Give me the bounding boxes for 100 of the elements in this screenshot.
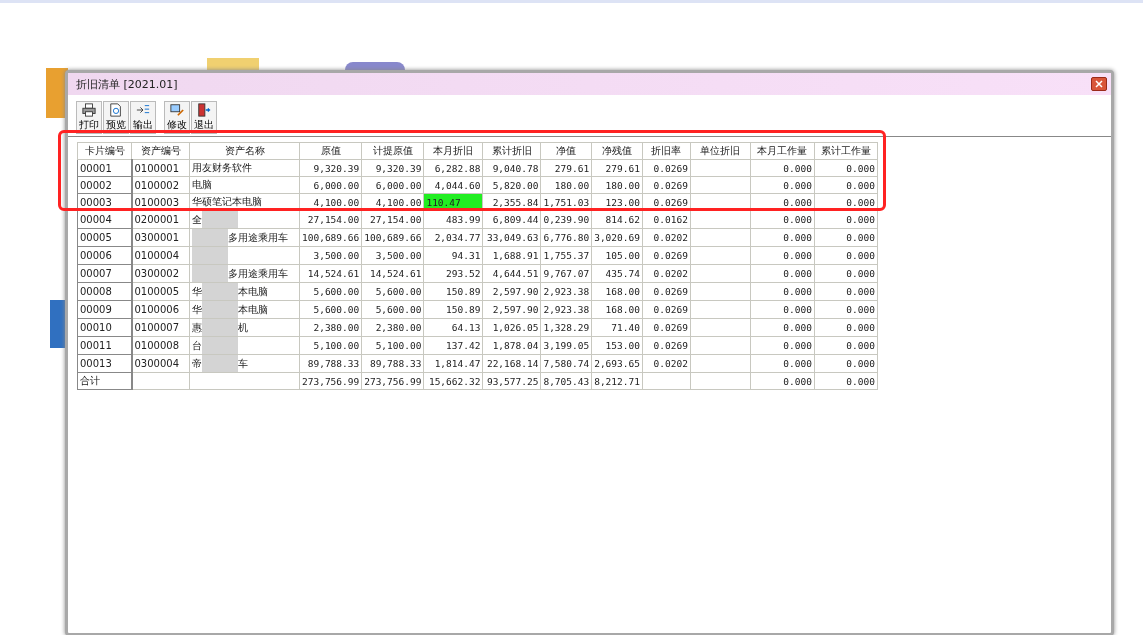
table-cell: 3,500.00 <box>299 246 362 265</box>
table-cell: 1,755.37 <box>540 246 592 265</box>
column-header[interactable]: 折旧率 <box>642 142 691 160</box>
table-cell: 0.000 <box>814 228 878 247</box>
table-cell: 483.99 <box>423 210 483 229</box>
asset-name: 本电脑 <box>238 284 268 299</box>
table-cell: 0.000 <box>814 336 878 355</box>
table-cell: 89,788.33 <box>361 354 424 373</box>
table-cell: 2,597.90 <box>482 282 541 301</box>
table-cell: 3,500.00 <box>361 246 424 265</box>
column-header[interactable]: 累计工作量 <box>814 142 878 160</box>
table-cell: 0.000 <box>750 176 815 194</box>
table-cell: 0.000 <box>750 354 815 373</box>
table-cell: 0.000 <box>814 354 878 373</box>
column-header[interactable]: 本月工作量 <box>750 142 815 160</box>
table-cell: 0,239.90 <box>540 210 592 229</box>
table-cell: 0.0269 <box>642 282 691 301</box>
table-cell: 105.00 <box>591 246 643 265</box>
toolbar-button[interactable]: 输出 <box>130 101 156 134</box>
column-header[interactable]: 净值 <box>540 142 592 160</box>
table-cell: 0100002 <box>131 176 190 194</box>
table-cell: 150.89 <box>423 300 483 319</box>
table-cell: 2,034.77 <box>423 228 483 247</box>
table-cell: 1,026.05 <box>482 318 541 337</box>
table-cell: 0100007 <box>131 318 190 337</box>
table-cell: 00011 <box>77 336 132 355</box>
asset-name: 全 <box>192 212 202 227</box>
table-cell: 0.000 <box>814 264 878 283</box>
table-cell: 0100001 <box>131 159 190 177</box>
table-cell: 0.000 <box>750 336 815 355</box>
asset-name: 多用途乘用车 <box>228 230 288 245</box>
table-cell: 5,820.00 <box>482 176 541 194</box>
toolbar-button[interactable]: 打印 <box>76 101 102 134</box>
table-cell: 0.0202 <box>642 264 691 283</box>
table-cell: 33,049.63 <box>482 228 541 247</box>
table-cell: 7,580.74 <box>540 354 592 373</box>
table-cell: 6,776.80 <box>540 228 592 247</box>
table-cell: 电脑 <box>189 176 300 194</box>
table-cell: 27,154.00 <box>361 210 424 229</box>
table-cell: 0.0162 <box>642 210 691 229</box>
table-cell: 64.13 <box>423 318 483 337</box>
table-cell: 14,524.61 <box>299 264 362 283</box>
table-cell: 279.61 <box>591 159 643 177</box>
column-header[interactable]: 资产编号 <box>131 142 190 160</box>
toolbar-button[interactable]: 预览 <box>103 101 129 134</box>
asset-name: 华 <box>192 284 202 299</box>
table-cell: 0.000 <box>750 159 815 177</box>
column-header[interactable]: 单位折旧 <box>690 142 751 160</box>
monitor-pencil-icon <box>170 103 184 117</box>
table-cell: 273,756.99 <box>361 372 424 390</box>
desktop-icon[interactable] <box>50 300 66 348</box>
table-cell: 9,320.39 <box>361 159 424 177</box>
table-cell: 0300001 <box>131 228 190 247</box>
table-cell: 5,600.00 <box>299 300 362 319</box>
table-cell: 273,756.99 <box>299 372 362 390</box>
table-cell: 0.0269 <box>642 300 691 319</box>
column-header[interactable]: 累计折旧 <box>482 142 541 160</box>
table-cell: 100,689.66 <box>361 228 424 247</box>
table-cell: 14,524.61 <box>361 264 424 283</box>
column-header[interactable]: 本月折旧 <box>423 142 483 160</box>
table-cell: 0.0269 <box>642 318 691 337</box>
table-cell: 2,380.00 <box>361 318 424 337</box>
close-button[interactable] <box>1091 77 1107 91</box>
asset-name: 本电脑 <box>238 302 268 317</box>
table-cell: 22,168.14 <box>482 354 541 373</box>
asset-name: 华 <box>192 302 202 317</box>
toolbar-button[interactable]: 修改 <box>164 101 190 134</box>
table-cell: 4,044.60 <box>423 176 483 194</box>
table-cell: 0.000 <box>814 372 878 390</box>
magnifier-page-icon <box>109 103 123 117</box>
table-cell: 00004 <box>77 210 132 229</box>
column-header[interactable]: 净残值 <box>591 142 643 160</box>
desktop-icon[interactable] <box>345 62 405 70</box>
table-cell: 0.000 <box>750 282 815 301</box>
table-cell: 1,814.47 <box>423 354 483 373</box>
table-cell: 00005 <box>77 228 132 247</box>
table-cell: 279.61 <box>540 159 592 177</box>
toolbar-button[interactable]: 退出 <box>191 101 217 134</box>
column-header[interactable]: 计提原值 <box>361 142 424 160</box>
table-cell: 0.000 <box>814 246 878 265</box>
column-header[interactable]: 资产名称 <box>189 142 300 160</box>
table-cell: 100,689.66 <box>299 228 362 247</box>
table-cell: 9,040.78 <box>482 159 541 177</box>
table-cell: 0300004 <box>131 354 190 373</box>
table-cell: 5,100.00 <box>299 336 362 355</box>
table-cell: 89,788.33 <box>299 354 362 373</box>
table-cell: 0.000 <box>814 159 878 177</box>
table-cell: 5,100.00 <box>361 336 424 355</box>
table-cell: 5,600.00 <box>299 282 362 301</box>
table-cell: 8,705.43 <box>540 372 592 390</box>
table-cell: 153.00 <box>591 336 643 355</box>
table-cell: 合计 <box>77 372 132 390</box>
close-icon <box>1095 80 1103 88</box>
table-cell: 8,212.71 <box>591 372 643 390</box>
table-cell: 00003 <box>77 193 132 211</box>
table-cell: 6,282.88 <box>423 159 483 177</box>
column-header[interactable]: 原值 <box>299 142 362 160</box>
column-header[interactable]: 卡片编号 <box>77 142 132 160</box>
asset-name: 台 <box>192 338 202 353</box>
table-cell: 4,644.51 <box>482 264 541 283</box>
